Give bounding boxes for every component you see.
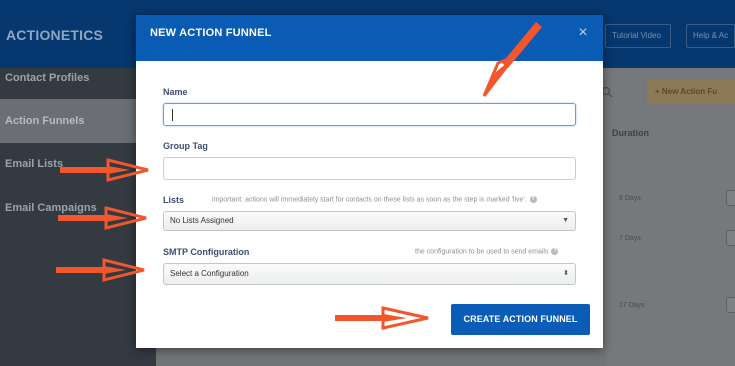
lists-label: Lists xyxy=(163,195,185,205)
dropdown-arrow-icon: ▼ xyxy=(562,217,569,224)
duration-column-header: Duration xyxy=(612,128,649,138)
lists-select[interactable]: No Lists Assigned ▼ xyxy=(163,211,576,231)
duration-cell: 17 Days xyxy=(619,302,645,309)
dialog-title: NEW ACTION FUNNEL xyxy=(150,27,272,39)
row-toggle[interactable] xyxy=(726,190,735,206)
new-action-funnel-dialog: NEW ACTION FUNNEL × Name Group Tag Lists… xyxy=(136,15,603,348)
smtp-hint-text: the configuration to be used to send ema… xyxy=(415,248,549,256)
group-tag-input[interactable] xyxy=(163,157,576,180)
help-button[interactable]: Help & Ac xyxy=(686,24,735,48)
brand-logo: ACTIONETICS xyxy=(6,27,104,43)
sidebar-item-action-funnels[interactable]: Action Funnels xyxy=(0,99,156,143)
new-action-funnel-button[interactable]: + New Action Fu xyxy=(647,80,735,104)
table-panel xyxy=(606,68,735,366)
duration-cell: 8 Days xyxy=(619,195,641,202)
close-icon[interactable]: × xyxy=(574,24,592,42)
row-toggle[interactable] xyxy=(726,230,735,246)
tutorial-video-button[interactable]: Tutorial Video xyxy=(605,24,671,48)
duration-cell: 7 Days xyxy=(619,235,641,242)
select-updown-icon: ⬍ xyxy=(563,270,569,277)
name-input[interactable] xyxy=(163,103,576,126)
lists-select-value: No Lists Assigned xyxy=(170,216,234,225)
lists-hint-text: important: actions will immediately star… xyxy=(212,196,527,204)
smtp-configuration-select[interactable]: Select a Configuration ⬍ xyxy=(163,263,576,285)
sidebar-item-email-campaigns[interactable]: Email Campaigns xyxy=(0,198,156,238)
group-tag-label: Group Tag xyxy=(163,141,208,151)
smtp-hint: the configuration to be used to send ema… xyxy=(415,248,559,256)
sidebar-item-email-lists[interactable]: Email Lists xyxy=(0,154,156,194)
lists-hint: important: actions will immediately star… xyxy=(212,196,537,203)
text-cursor xyxy=(172,109,173,121)
row-toggle[interactable] xyxy=(726,297,735,313)
sidebar: Contact Profiles Action Funnels Email Li… xyxy=(0,68,156,366)
create-action-funnel-button[interactable]: CREATE ACTION FUNNEL xyxy=(451,304,590,335)
smtp-select-value: Select a Configuration xyxy=(170,269,249,278)
smtp-configuration-label: SMTP Configuration xyxy=(163,247,250,257)
help-icon[interactable]: ? xyxy=(551,248,559,255)
help-icon[interactable]: ? xyxy=(529,196,537,203)
name-label: Name xyxy=(163,87,188,97)
dialog-header: NEW ACTION FUNNEL × xyxy=(136,15,603,61)
